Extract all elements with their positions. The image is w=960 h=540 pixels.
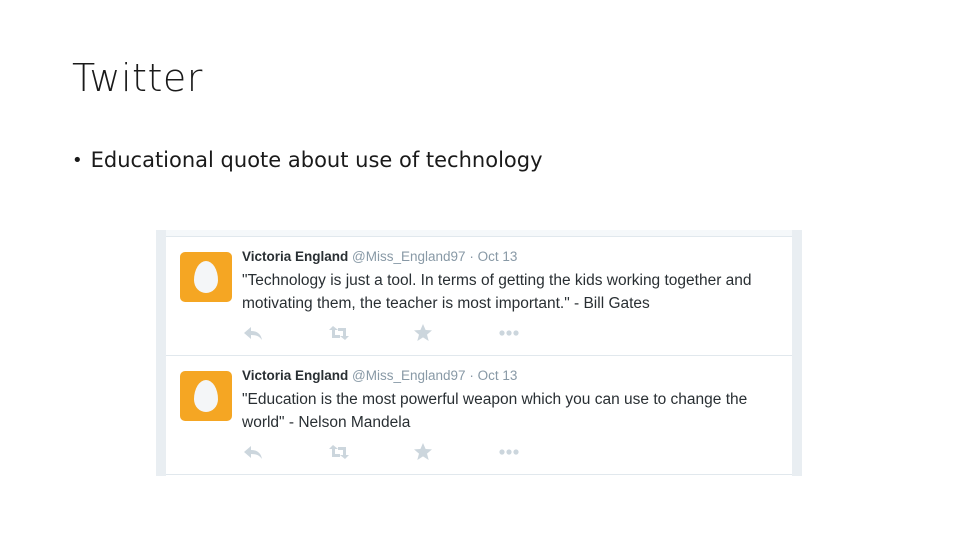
tweet-handle[interactable]: @Miss_England97 (352, 249, 466, 264)
tweet-date[interactable]: Oct 13 (478, 368, 518, 383)
egg-avatar-icon[interactable] (180, 252, 232, 302)
tweet[interactable]: Victoria England @Miss_England97 · Oct 1… (166, 236, 792, 355)
tweet-display-name[interactable]: Victoria England (242, 249, 348, 264)
slide-title: Twitter (72, 56, 203, 100)
tweet-timeline: Victoria England @Miss_England97 · Oct 1… (156, 230, 802, 476)
tweet-header: Victoria England @Miss_England97 · Oct 1… (242, 368, 517, 383)
more-icon[interactable] (498, 323, 520, 343)
tweet-date[interactable]: Oct 13 (478, 249, 518, 264)
retweet-icon[interactable] (328, 442, 350, 462)
tweet-header: Victoria England @Miss_England97 · Oct 1… (242, 249, 517, 264)
tweet-text: "Education is the most powerful weapon w… (242, 391, 748, 431)
reply-icon[interactable] (242, 323, 264, 343)
bullet-dot: • (72, 149, 83, 171)
bullet-item: • Educational quote about use of technol… (72, 148, 543, 172)
tweet-text: "Technology is just a tool. In terms of … (242, 272, 752, 312)
more-icon[interactable] (498, 442, 520, 462)
star-icon[interactable] (412, 442, 434, 462)
bullet-text: Educational quote about use of technolog… (90, 148, 543, 172)
tweet-display-name[interactable]: Victoria England (242, 368, 348, 383)
retweet-icon[interactable] (328, 323, 350, 343)
egg-avatar-icon[interactable] (180, 371, 232, 421)
star-icon[interactable] (412, 323, 434, 343)
reply-icon[interactable] (242, 442, 264, 462)
tweet-handle[interactable]: @Miss_England97 (352, 368, 466, 383)
tweet[interactable]: Victoria England @Miss_England97 · Oct 1… (166, 355, 792, 475)
tweet-separator: · (469, 368, 474, 383)
tweet-separator: · (469, 249, 474, 264)
